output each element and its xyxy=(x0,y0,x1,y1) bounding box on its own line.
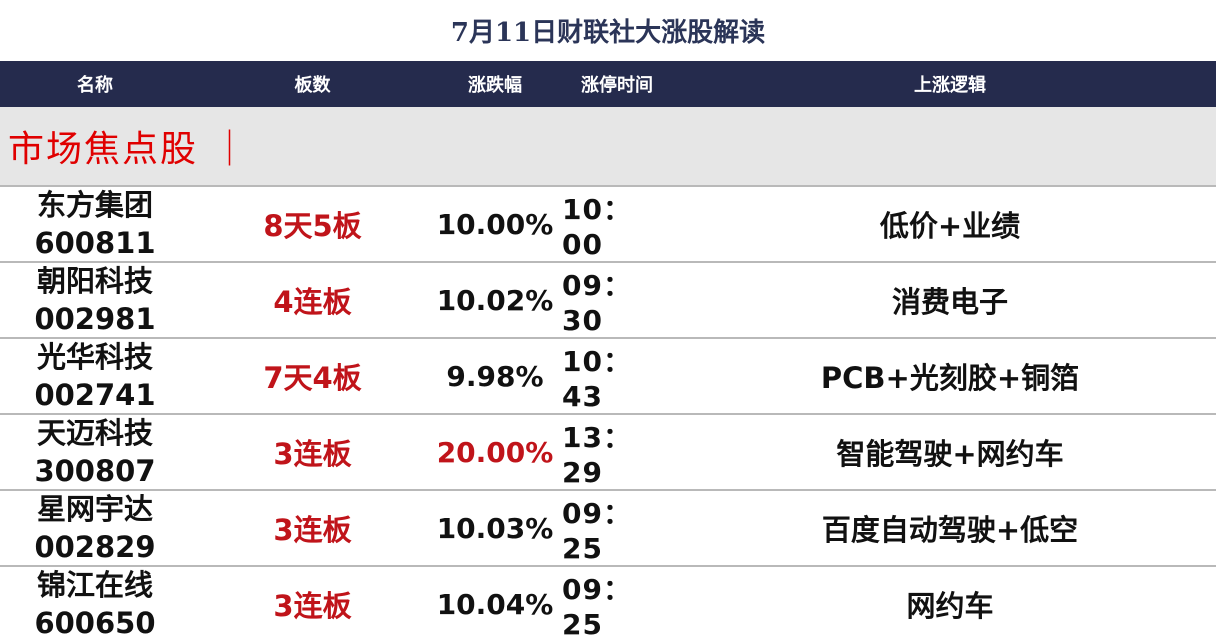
section-label: 市场焦点股 ｜ xyxy=(8,129,250,170)
stock-code: 002829 xyxy=(34,530,156,564)
logic-value: 百度自动驾驶+低空 xyxy=(821,513,1079,547)
limit-time-value: 10：43 xyxy=(562,344,632,413)
limit-time-value: 09：25 xyxy=(562,496,632,565)
logic-value: 智能驾驶+网约车 xyxy=(836,437,1064,471)
column-header-name[interactable]: 名称 xyxy=(0,61,190,107)
column-header-limit-time[interactable]: 涨停时间 xyxy=(562,61,672,107)
stock-name-cell: 朝阳科技 002981 xyxy=(0,263,190,337)
boards-value: 3连板 xyxy=(273,437,352,471)
boards-value: 3连板 xyxy=(273,589,352,623)
column-header-change[interactable]: 涨跌幅 xyxy=(440,61,550,107)
table-row[interactable]: 朝阳科技 002981 4连板 10.02% 09：30 消费电子 xyxy=(0,261,1216,337)
stock-name: 朝阳科技 xyxy=(36,264,153,298)
table-header: 名称 板数 涨跌幅 涨停时间 上涨逻辑 xyxy=(0,61,1216,107)
stock-name: 星网宇达 xyxy=(36,492,153,526)
page-title: 7月11日财联社大涨股解读 xyxy=(450,17,766,48)
stock-name: 光华科技 xyxy=(36,340,153,374)
column-header-boards[interactable]: 板数 xyxy=(220,61,405,107)
boards-value: 8天5板 xyxy=(263,209,362,243)
boards-value: 4连板 xyxy=(273,285,352,319)
stock-name-cell: 东方集团 600811 xyxy=(0,187,190,261)
stock-code: 300807 xyxy=(34,454,156,488)
stock-name: 东方集团 xyxy=(36,188,153,222)
stock-code: 600650 xyxy=(34,606,156,640)
stock-code: 002741 xyxy=(34,378,156,412)
stock-code: 600811 xyxy=(34,226,156,260)
change-value: 10.03% xyxy=(436,511,554,545)
stock-name: 锦江在线 xyxy=(36,568,153,602)
stock-name-cell: 锦江在线 600650 xyxy=(0,567,190,641)
table-row[interactable]: 星网宇达 002829 3连板 10.03% 09：25 百度自动驾驶+低空 xyxy=(0,489,1216,565)
stock-name-cell: 光华科技 002741 xyxy=(0,339,190,413)
stock-name: 天迈科技 xyxy=(36,416,153,450)
limit-time-value: 09：25 xyxy=(562,572,632,641)
logic-value: 消费电子 xyxy=(891,285,1008,319)
change-value: 10.00% xyxy=(436,207,554,241)
change-value: 10.04% xyxy=(436,587,554,621)
table-row[interactable]: 天迈科技 300807 3连板 20.00% 13：29 智能驾驶+网约车 xyxy=(0,413,1216,489)
change-value: 9.98% xyxy=(446,359,544,393)
logic-value: 网约车 xyxy=(906,589,994,623)
boards-value: 3连板 xyxy=(273,513,352,547)
column-header-logic[interactable]: 上涨逻辑 xyxy=(690,61,1210,107)
change-value: 10.02% xyxy=(436,283,554,317)
stock-name-cell: 天迈科技 300807 xyxy=(0,415,190,489)
boards-value: 7天4板 xyxy=(263,361,362,395)
stock-name-cell: 星网宇达 002829 xyxy=(0,491,190,565)
limit-time-value: 10：00 xyxy=(562,192,632,261)
logic-value: PCB+光刻胶+铜箔 xyxy=(820,361,1080,395)
section-header: 市场焦点股 ｜ xyxy=(0,107,1216,185)
stock-code: 002981 xyxy=(34,302,156,336)
limit-time-value: 13：29 xyxy=(562,420,632,489)
table-row[interactable]: 光华科技 002741 7天4板 9.98% 10：43 PCB+光刻胶+铜箔 xyxy=(0,337,1216,413)
logic-value: 低价+业绩 xyxy=(879,209,1021,243)
change-value: 20.00% xyxy=(436,435,554,469)
table-row[interactable]: 锦江在线 600650 3连板 10.04% 09：25 网约车 xyxy=(0,565,1216,641)
limit-time-value: 09：30 xyxy=(562,268,632,337)
table-row[interactable]: 东方集团 600811 8天5板 10.00% 10：00 低价+业绩 xyxy=(0,185,1216,261)
